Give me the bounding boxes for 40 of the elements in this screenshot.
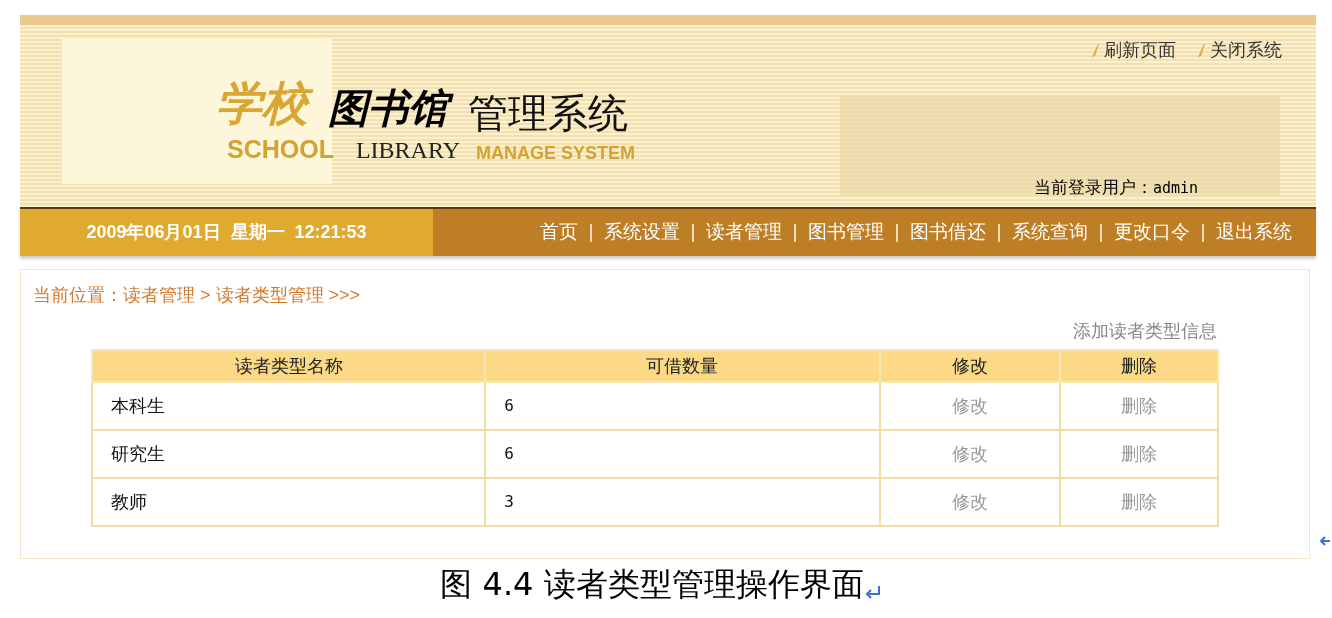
delete-link[interactable]: 删除 xyxy=(1060,430,1218,478)
column-header: 读者类型名称 xyxy=(92,350,486,382)
nav-link[interactable]: 系统设置 xyxy=(604,218,680,247)
nav-link[interactable]: 首页 xyxy=(540,218,578,247)
header-link[interactable]: 刷新页面 xyxy=(1104,37,1176,64)
nav-link[interactable]: 更改口令 xyxy=(1114,218,1190,247)
table-cell: 本科生 xyxy=(92,382,486,430)
table-cell: 6 xyxy=(485,382,880,430)
add-reader-type-link[interactable]: 添加读者类型信息 xyxy=(1073,318,1217,345)
date-time: 2009年06月01日 星期一 12:21:53 xyxy=(20,207,433,256)
logo-library-english: LIBRARY xyxy=(355,138,460,162)
logo-library-text: 图书馆 xyxy=(328,82,456,133)
edit-link[interactable]: 修改 xyxy=(879,430,1061,478)
current-user-name: admin xyxy=(1153,178,1199,199)
breadcrumb: 当前位置：读者管理 > 读者类型管理 >>> xyxy=(33,284,361,307)
logo-manage-english: MANAGE SYSTEM xyxy=(475,144,635,162)
edit-link[interactable]: 修改 xyxy=(879,478,1061,526)
nav-link[interactable]: 图书借还 xyxy=(910,218,986,247)
nav-link[interactable]: 系统查询 xyxy=(1012,218,1088,247)
nav-link[interactable]: 读者管理 xyxy=(706,218,782,247)
table-cell: 教师 xyxy=(92,478,486,526)
logo-school-english: SCHOOL xyxy=(227,137,334,162)
delete-link[interactable]: 删除 xyxy=(1060,478,1218,526)
nav-link[interactable]: 退出系统 xyxy=(1216,218,1292,247)
figure-caption: 图 4.4 读者类型管理操作界面 xyxy=(440,564,864,605)
logo-school-text: 学校 xyxy=(216,75,316,133)
nav-link[interactable]: 图书管理 xyxy=(808,218,884,247)
table-cell: 3 xyxy=(485,478,880,526)
column-header: 可借数量 xyxy=(485,350,880,382)
table-cell: 6 xyxy=(485,430,880,478)
paragraph-mark-icon xyxy=(863,584,882,600)
logo-manage-text: 管理系统 xyxy=(468,92,628,133)
current-user-label: 当前登录用户： xyxy=(1034,177,1153,199)
edit-link[interactable]: 修改 xyxy=(879,382,1061,430)
table-cell: 研究生 xyxy=(92,430,486,478)
delete-link[interactable]: 删除 xyxy=(1060,382,1218,430)
column-header: 删除 xyxy=(1060,350,1218,382)
arrow-mark-icon xyxy=(1319,535,1331,547)
header-link[interactable]: 关闭系统 xyxy=(1210,37,1282,64)
column-header: 修改 xyxy=(879,350,1061,382)
